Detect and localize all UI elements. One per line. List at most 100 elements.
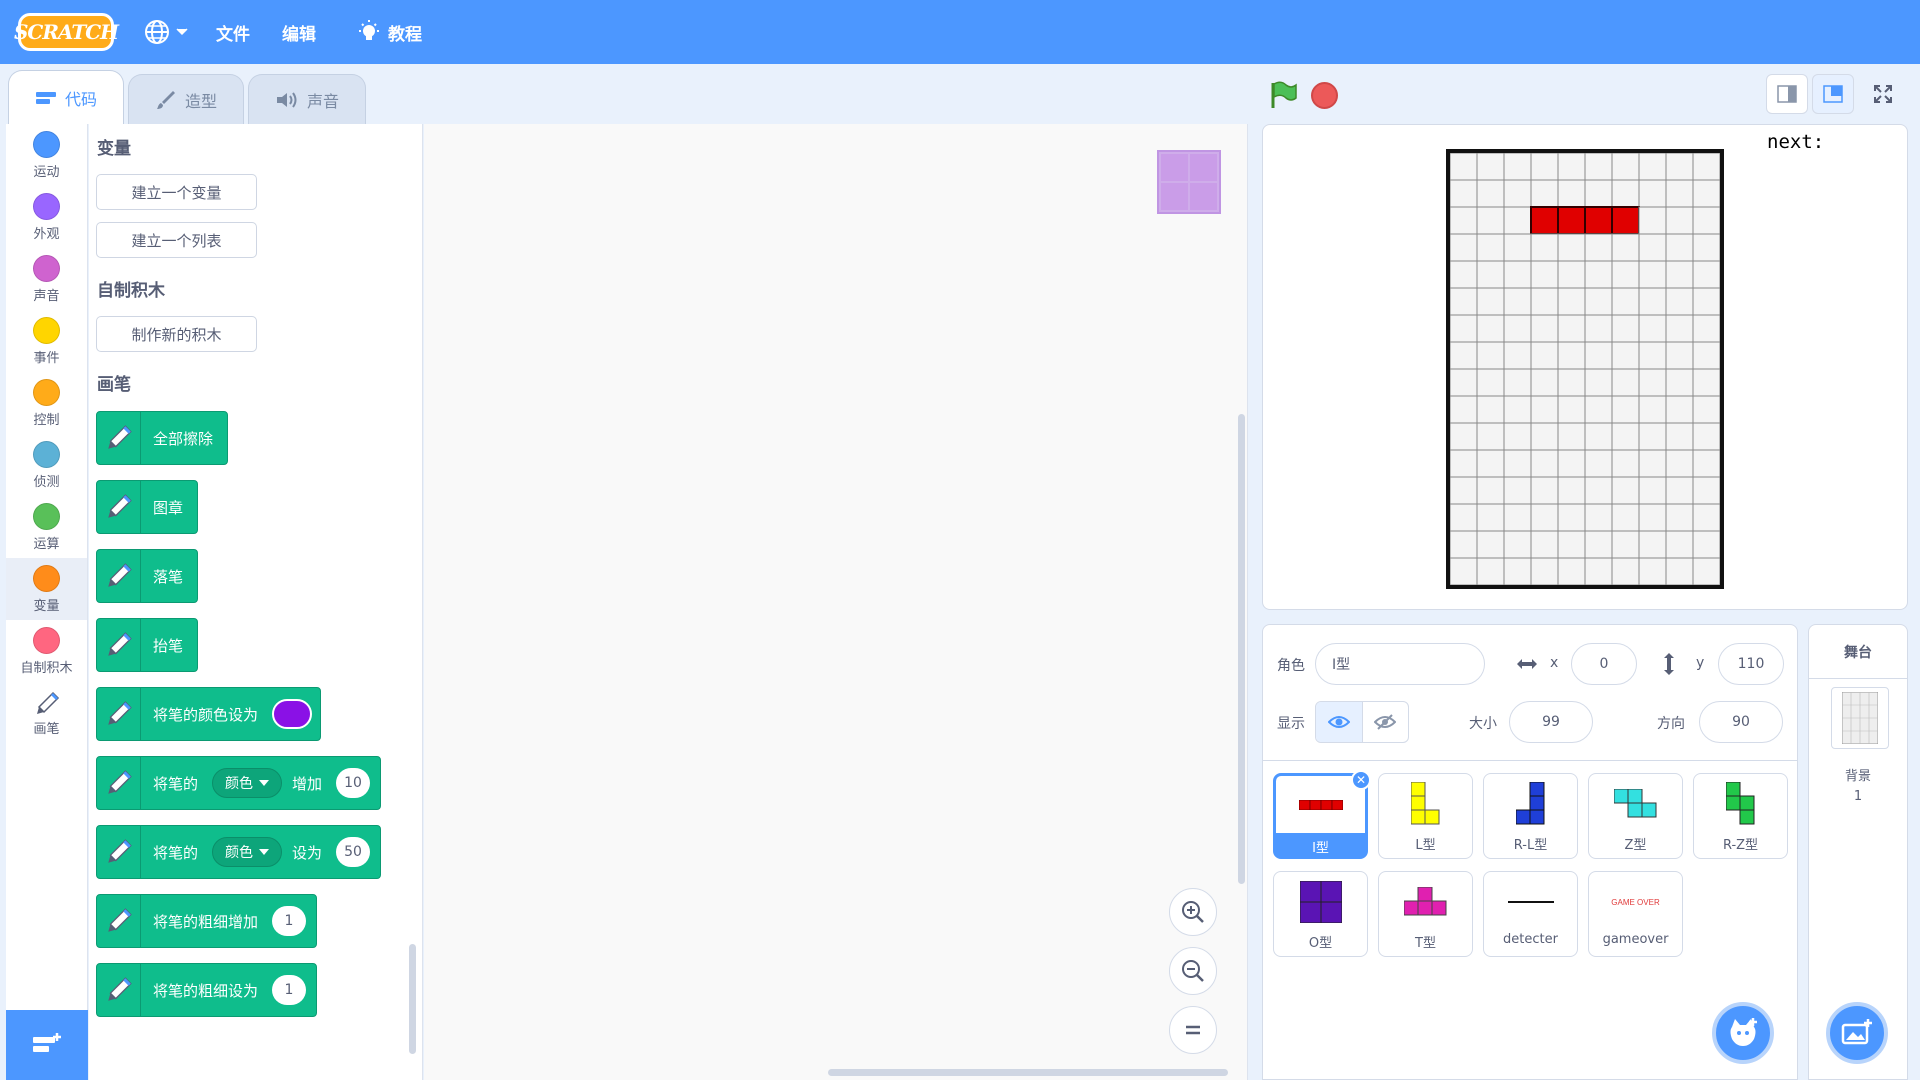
block-set-pen-param[interactable]: 将笔的 颜色 设为 50: [96, 825, 382, 879]
category-control[interactable]: 控制: [6, 372, 87, 434]
board-cell: [1638, 530, 1667, 559]
add-backdrop-button[interactable]: [1826, 1002, 1888, 1064]
board-cell: [1665, 260, 1694, 289]
category-pen[interactable]: 画笔: [6, 682, 87, 744]
y-input[interactable]: 110: [1718, 643, 1784, 685]
board-cell: [1611, 395, 1640, 424]
board-cell-filled: [1530, 206, 1559, 235]
board-cell: [1692, 233, 1720, 262]
category-looks[interactable]: 外观: [6, 186, 87, 248]
block-change-pen-param[interactable]: 将笔的 颜色 增加 10: [96, 756, 382, 810]
tab-sounds[interactable]: 声音: [248, 74, 367, 124]
category-dot: [33, 440, 60, 468]
board-cell: [1611, 503, 1640, 532]
sprite-tile-l[interactable]: L型: [1378, 773, 1473, 859]
scratch-editor: SCRATCH 文件 编辑 教程 代码 造型 声音 运动 外观 声音 事件 控制…: [0, 0, 1920, 1080]
block-erase-all[interactable]: 全部擦除: [96, 411, 229, 465]
block-pen-up[interactable]: 抬笔: [96, 618, 199, 672]
sprite-name-input[interactable]: I型: [1315, 643, 1485, 685]
board-cell: [1450, 206, 1478, 235]
zoom-in-button[interactable]: [1169, 888, 1217, 936]
sprite-tile-r-l[interactable]: R-L型: [1483, 773, 1578, 859]
board-cell: [1503, 449, 1532, 478]
category-events[interactable]: 事件: [6, 310, 87, 372]
make-variable-button[interactable]: 建立一个变量: [96, 174, 257, 210]
make-list-button[interactable]: 建立一个列表: [96, 222, 257, 258]
language-menu[interactable]: [144, 19, 188, 45]
block-label: 将笔的颜色设为: [153, 705, 259, 724]
sprite-tile-o[interactable]: O型: [1273, 871, 1368, 957]
board-cell: [1611, 422, 1640, 451]
small-stage-button[interactable]: [1766, 74, 1808, 114]
number-input[interactable]: 1: [272, 906, 307, 936]
board-cell: [1530, 341, 1559, 370]
category-sensing[interactable]: 侦测: [6, 434, 87, 496]
param-dropdown[interactable]: 颜色: [212, 768, 283, 798]
workspace-horizontal-scrollbar[interactable]: [828, 1069, 1228, 1076]
board-cell: [1665, 395, 1694, 424]
scratch-logo[interactable]: SCRATCH: [14, 13, 119, 51]
hide-button[interactable]: [1363, 702, 1409, 742]
category-motion[interactable]: 运动: [6, 124, 87, 186]
sprite-tile-detecter[interactable]: detecter: [1483, 871, 1578, 957]
sprite-tile-r-z[interactable]: R-Z型: [1693, 773, 1788, 859]
normal-stage-button[interactable]: [1812, 74, 1854, 114]
number-input[interactable]: 1: [272, 975, 307, 1005]
palette-scrollbar[interactable]: [409, 944, 416, 1054]
show-button[interactable]: [1316, 702, 1363, 742]
block-pen-down[interactable]: 落笔: [96, 549, 199, 603]
zoom-out-button[interactable]: [1169, 947, 1217, 995]
category-operators[interactable]: 运算: [6, 496, 87, 558]
file-menu[interactable]: 文件: [216, 20, 250, 45]
add-sprite-button[interactable]: [1712, 1002, 1774, 1064]
small-stage-icon: [1777, 85, 1797, 103]
make-block-button[interactable]: 制作新的积木: [96, 316, 257, 352]
board-cell: [1692, 287, 1720, 316]
script-workspace[interactable]: [424, 124, 1248, 1080]
board-cell: [1665, 233, 1694, 262]
board-cell: [1503, 206, 1532, 235]
direction-input[interactable]: 90: [1699, 701, 1783, 743]
sprite-thumbnail: [1281, 876, 1361, 928]
sprite-tile-i[interactable]: I型 ✕: [1273, 770, 1371, 859]
color-swatch[interactable]: [272, 699, 313, 729]
sprite-pane: 角色 I型 x 0 y 110 显示 大小 99 方向 90 I型 ✕ L型 R…: [1262, 624, 1798, 1080]
tab-costumes[interactable]: 造型: [128, 74, 245, 124]
menu-bar: SCRATCH 文件 编辑 教程: [0, 0, 1920, 64]
stop-button[interactable]: [1311, 82, 1338, 109]
board-cell: [1503, 179, 1532, 208]
block-set-pen-size[interactable]: 将笔的粗细设为 1: [96, 963, 318, 1017]
block-change-pen-size[interactable]: 将笔的粗细增加 1: [96, 894, 318, 948]
sprite-tile-z[interactable]: Z型: [1588, 773, 1683, 859]
board-cell: [1530, 449, 1559, 478]
stage-canvas[interactable]: next:: [1262, 124, 1908, 610]
delete-sprite-button[interactable]: ✕: [1351, 770, 1371, 790]
zoom-out-icon: [1182, 960, 1204, 982]
category-sound[interactable]: 声音: [6, 248, 87, 310]
board-cell: [1450, 368, 1478, 397]
edit-menu[interactable]: 编辑: [282, 20, 316, 45]
block-set-pen-color[interactable]: 将笔的颜色设为: [96, 687, 322, 741]
sprite-thumbnail: GAME OVER: [1596, 876, 1676, 928]
number-input[interactable]: 10: [336, 768, 371, 798]
sprite-tile-gameover[interactable]: GAME OVER gameover: [1588, 871, 1683, 957]
category-my-blocks[interactable]: 自制积木: [6, 620, 87, 682]
category-variables[interactable]: 变量: [6, 558, 87, 620]
editor-tabs: 代码 造型 声音: [8, 70, 370, 124]
green-flag-icon[interactable]: [1268, 80, 1298, 110]
sprite-tile-t[interactable]: T型: [1378, 871, 1473, 957]
size-input[interactable]: 99: [1509, 701, 1593, 743]
add-extension-button[interactable]: [6, 1010, 88, 1080]
block-stamp[interactable]: 图章: [96, 480, 199, 534]
x-input[interactable]: 0: [1571, 643, 1637, 685]
number-input[interactable]: 50: [336, 837, 371, 867]
param-dropdown[interactable]: 颜色: [212, 837, 283, 867]
zoom-reset-button[interactable]: [1169, 1006, 1217, 1054]
tutorials-menu[interactable]: 教程: [356, 19, 422, 45]
tab-code[interactable]: 代码: [8, 70, 125, 124]
fullscreen-button[interactable]: [1862, 74, 1904, 114]
board-cell: [1692, 530, 1720, 559]
sprite-name: R-L型: [1513, 838, 1548, 853]
my-blocks-section-title: 自制积木: [97, 281, 165, 301]
workspace-vertical-scrollbar[interactable]: [1238, 414, 1245, 884]
